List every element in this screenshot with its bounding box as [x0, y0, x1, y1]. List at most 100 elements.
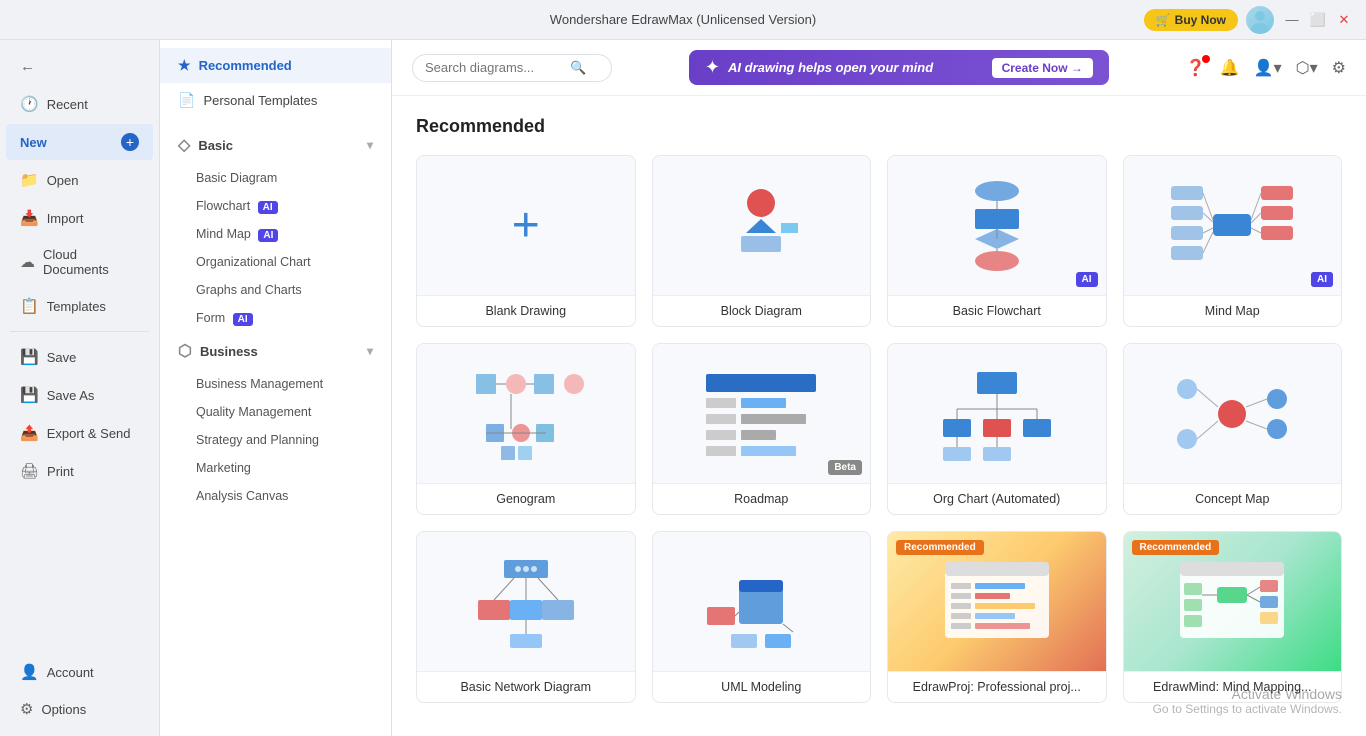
buy-now-button[interactable]: 🛒 Buy Now	[1144, 9, 1238, 31]
open-icon: 📁	[20, 171, 39, 189]
mid-section-business[interactable]: ⬡ Business ▾	[160, 332, 391, 370]
options-icon: ⚙	[20, 700, 33, 718]
mid-sub-orgchart[interactable]: Organizational Chart	[160, 248, 391, 276]
close-button[interactable]: ✕	[1334, 10, 1354, 30]
sidebar-item-options[interactable]: ⚙ Options	[6, 691, 153, 727]
template-card-block[interactable]: Block Diagram	[652, 155, 872, 327]
sidebar-back-button[interactable]: ←	[6, 49, 153, 84]
export-icon: 📤	[20, 424, 39, 442]
sidebar-left: ← 🕐 Recent New + 📁 Open 📥 Import ☁ Cloud…	[0, 40, 160, 736]
sidebar-item-templates[interactable]: 📋 Templates	[6, 288, 153, 324]
template-card-network[interactable]: Basic Network Diagram	[416, 531, 636, 703]
save-icon: 💾	[20, 348, 39, 366]
saveas-icon: 💾	[20, 386, 39, 404]
template-card-orgchart[interactable]: Org Chart (Automated)	[887, 343, 1107, 515]
mid-sub-strategy[interactable]: Strategy and Planning	[160, 426, 391, 454]
ai-create-now-button[interactable]: Create Now →	[992, 58, 1093, 78]
mid-sub-mindmap[interactable]: Mind Map AI	[160, 220, 391, 248]
settings-icon[interactable]: ⚙	[1332, 58, 1346, 78]
sidebar-label-export: Export & Send	[47, 426, 131, 441]
recent-icon: 🕐	[20, 95, 39, 113]
card-title-orgchart: Org Chart (Automated)	[888, 484, 1106, 514]
sidebar-item-recent[interactable]: 🕐 Recent	[6, 86, 153, 122]
sidebar-label-templates: Templates	[47, 299, 106, 314]
mid-sub-quality[interactable]: Quality Management	[160, 398, 391, 426]
notification-icon[interactable]: 🔔	[1220, 58, 1240, 78]
basic-section-icon: ◇	[178, 135, 190, 155]
sidebar-item-open[interactable]: 📁 Open	[6, 162, 153, 198]
template-card-conceptmap[interactable]: Concept Map	[1123, 343, 1343, 515]
sidebar-item-export[interactable]: 📤 Export & Send	[6, 415, 153, 451]
mid-item-personal[interactable]: 📄 Personal Templates	[160, 83, 391, 118]
card-title-mindmap: Mind Map	[1124, 296, 1342, 326]
activate-overlay: Activate Windows Go to Settings to activ…	[1129, 666, 1366, 736]
template-card-roadmap[interactable]: Beta Roadmap	[652, 343, 872, 515]
apps-icon[interactable]: ⬡▾	[1296, 58, 1318, 78]
basic-section-label: Basic	[198, 138, 233, 153]
template-card-genogram[interactable]: Genogram	[416, 343, 636, 515]
sidebar-mid: ★ Recommended 📄 Personal Templates ◇ Bas…	[160, 40, 392, 736]
sidebar-divider-1	[10, 331, 149, 332]
edrawproj-recommended-badge: Recommended	[896, 540, 984, 555]
template-card-flowchart[interactable]: AI Basic Flowchart	[887, 155, 1107, 327]
sidebar-label-account: Account	[47, 665, 94, 680]
flowchart-ai-badge: AI	[1076, 272, 1098, 287]
sidebar-item-save[interactable]: 💾 Save	[6, 339, 153, 375]
edrawmind-recommended-badge: Recommended	[1132, 540, 1220, 555]
restore-button[interactable]: ⬜	[1308, 10, 1328, 30]
card-preview-uml	[653, 532, 871, 672]
card-preview-blank: +	[417, 156, 635, 296]
roadmap-beta-badge: Beta	[828, 460, 862, 475]
mid-sub-graphs[interactable]: Graphs and Charts	[160, 276, 391, 304]
minimize-button[interactable]: —	[1282, 10, 1302, 30]
section-title: Recommended	[416, 116, 1342, 137]
help-badge	[1202, 55, 1210, 63]
avatar[interactable]	[1246, 6, 1274, 34]
card-title-genogram: Genogram	[417, 484, 635, 514]
ai-banner[interactable]: ✦ AI drawing helps open your mind Create…	[689, 50, 1109, 85]
ai-banner-text: AI drawing helps open your mind	[728, 60, 933, 75]
search-input[interactable]	[425, 60, 570, 75]
card-title-block: Block Diagram	[653, 296, 871, 326]
sidebar-item-new[interactable]: New +	[6, 124, 153, 160]
user-menu-icon[interactable]: 👤▾	[1254, 58, 1282, 78]
sidebar-item-account[interactable]: 👤 Account	[6, 654, 153, 690]
back-icon: ←	[20, 58, 35, 75]
sidebar-item-import[interactable]: 📥 Import	[6, 200, 153, 236]
card-preview-flowchart: AI	[888, 156, 1106, 296]
search-box[interactable]: 🔍	[412, 54, 612, 82]
basic-chevron-icon: ▾	[367, 138, 373, 152]
card-title-roadmap: Roadmap	[653, 484, 871, 514]
mid-sub-form[interactable]: Form AI	[160, 304, 391, 332]
sidebar-item-saveas[interactable]: 💾 Save As	[6, 377, 153, 413]
sidebar-item-cloud[interactable]: ☁ Cloud Documents	[6, 238, 153, 286]
mid-sub-analysis[interactable]: Analysis Canvas	[160, 482, 391, 510]
mid-sub-basic-diagram[interactable]: Basic Diagram	[160, 164, 391, 192]
mid-sub-biz-mgmt[interactable]: Business Management	[160, 370, 391, 398]
search-icon: 🔍	[570, 60, 586, 76]
sidebar-label-saveas: Save As	[47, 388, 95, 403]
mid-item-recommended[interactable]: ★ Recommended	[160, 48, 391, 83]
card-title-blank: Blank Drawing	[417, 296, 635, 326]
card-preview-edrawproj: Recommended	[888, 532, 1106, 672]
business-section-label: Business	[200, 344, 258, 359]
card-preview-conceptmap	[1124, 344, 1342, 484]
template-grid: + Blank Drawing Block Diagram	[416, 155, 1342, 703]
card-preview-block	[653, 156, 871, 296]
template-card-mindmap[interactable]: AI AI Mind Map	[1123, 155, 1343, 327]
mid-label-personal: Personal Templates	[203, 93, 317, 108]
mid-sub-flowchart[interactable]: Flowchart AI	[160, 192, 391, 220]
template-card-edrawproj[interactable]: Recommended EdrawProj: Professional proj…	[887, 531, 1107, 703]
sidebar-item-print[interactable]: 🖨 Print	[6, 453, 153, 489]
template-card-blank[interactable]: + Blank Drawing	[416, 155, 636, 327]
mid-sub-marketing[interactable]: Marketing	[160, 454, 391, 482]
help-icon[interactable]: ❓	[1186, 58, 1206, 78]
card-preview-genogram	[417, 344, 635, 484]
sidebar-label-recent: Recent	[47, 97, 88, 112]
mid-section-basic[interactable]: ◇ Basic ▾	[160, 126, 391, 164]
sidebar-label-import: Import	[47, 211, 84, 226]
template-card-uml[interactable]: UML Modeling	[652, 531, 872, 703]
sidebar-label-cloud: Cloud Documents	[43, 247, 139, 277]
card-preview-roadmap: Beta	[653, 344, 871, 484]
sidebar-label-open: Open	[47, 173, 79, 188]
